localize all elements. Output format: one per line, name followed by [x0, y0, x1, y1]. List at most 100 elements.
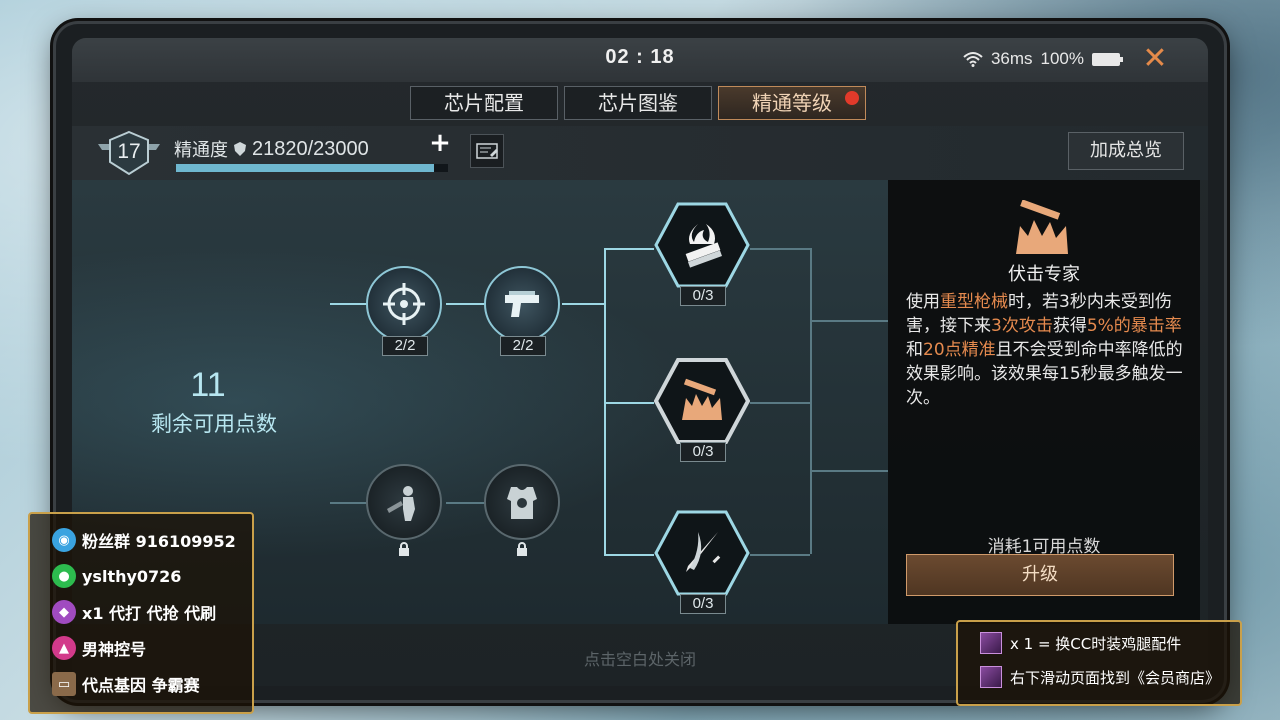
- level-number: 17: [117, 140, 141, 163]
- add-mastery-button[interactable]: +: [428, 130, 452, 156]
- overlay-row: 右下滑动页面找到《会员商店》: [980, 666, 1220, 688]
- card-icon: ▭: [52, 672, 76, 696]
- desc-highlight: 20点精准: [923, 340, 996, 360]
- card-icon: [476, 143, 498, 159]
- connector-line: [604, 402, 654, 404]
- node-count: 0/3: [680, 594, 726, 614]
- pistol-icon: [505, 291, 539, 317]
- connector-line: [604, 248, 606, 554]
- ping-text: 36ms: [990, 49, 1033, 68]
- desc-highlight: 重型枪械: [940, 292, 1008, 312]
- blades-icon: [686, 532, 721, 572]
- tab-label: 芯片图鉴: [598, 91, 678, 115]
- tab-chip-codex[interactable]: 芯片图鉴: [564, 86, 712, 120]
- fire-ammo-icon: [685, 224, 723, 268]
- stream-promo-panel: x 1 = 换CC时装鸡腿配件 右下滑动页面找到《会员商店》: [956, 620, 1242, 706]
- stream-info-panel: ◉ 粉丝群 916109952 ● yslthy0726 ◆ x1 代打 代抢 …: [28, 512, 254, 714]
- crosshair-icon: [383, 283, 425, 325]
- connector-line: [810, 248, 812, 554]
- overlay-text: x 1 = 换CC时装鸡腿配件: [1010, 634, 1182, 653]
- overlay-row: ◉ 粉丝群 916109952: [52, 528, 236, 552]
- connector-line: [810, 470, 888, 472]
- skill-node-crosshair[interactable]: [366, 266, 442, 342]
- overlay-row: ▭ 代点基因 争霸赛: [52, 672, 200, 696]
- overlay-row: ◆ x1 代打 代抢 代刷: [52, 600, 216, 624]
- mastery-progress-fill: [176, 164, 435, 172]
- gem-icon: [980, 632, 1002, 654]
- node-count: 2/2: [500, 336, 546, 356]
- desc-text: 和: [906, 340, 923, 360]
- mastery-bar: 17 精通度 21820/23000 + 加成总览: [72, 126, 1208, 180]
- shield-icon: [234, 142, 246, 156]
- overlay-row: ● yslthy0726: [52, 564, 181, 588]
- connector-line: [604, 248, 654, 250]
- tab-chip-config[interactable]: 芯片配置: [410, 86, 558, 120]
- desc-text: 使用: [906, 292, 940, 312]
- skill-node-fire-ammo[interactable]: [654, 202, 750, 288]
- skill-node-blades[interactable]: [654, 510, 750, 596]
- connector-line: [330, 502, 370, 504]
- connector-line: [604, 554, 654, 556]
- node-count: 0/3: [680, 286, 726, 306]
- skill-node-armor-vest[interactable]: [484, 464, 560, 540]
- card-button[interactable]: [470, 134, 504, 168]
- desc-highlight: 3次攻击: [991, 316, 1053, 336]
- overlay-text: x1 代打 代抢 代刷: [82, 604, 217, 623]
- connector-line: [750, 402, 810, 404]
- desc-text: 获得: [1052, 316, 1087, 336]
- close-button[interactable]: ✕: [1142, 44, 1168, 74]
- tab-label: 芯片配置: [444, 91, 524, 115]
- skill-title: 伏击专家: [1008, 264, 1080, 285]
- mastery-value: 21820/23000: [252, 137, 369, 160]
- qq-icon: ◉: [52, 528, 76, 552]
- overlay-text: 右下滑动页面找到《会员商店》: [1010, 668, 1221, 687]
- skill-description: 使用重型枪械时，若3秒内未受到伤害，接下来3次攻击获得5%的暴击率和20点精准且…: [906, 290, 1184, 410]
- connector-line: [810, 320, 888, 322]
- connector-line: [446, 303, 486, 305]
- lock-icon: [517, 542, 527, 556]
- mastery-label: 精通度: [174, 140, 228, 161]
- overlay-text: yslthy0726: [82, 566, 182, 586]
- node-count: 2/2: [382, 336, 428, 356]
- network-status: 36ms 100%: [963, 49, 1123, 69]
- gem-icon: ◆: [52, 600, 76, 624]
- mastery-progress-track: [176, 164, 448, 172]
- connector-line: [750, 554, 810, 556]
- remaining-points-number: 11: [190, 366, 226, 404]
- node-count: 0/3: [680, 442, 726, 462]
- skill-node-ambush[interactable]: [654, 358, 750, 444]
- bonus-overview-button[interactable]: 加成总览: [1068, 132, 1184, 170]
- wifi-icon: [963, 52, 983, 67]
- overlay-text: 代点基因 争霸赛: [82, 676, 200, 695]
- connector-line: [562, 303, 604, 305]
- armor-vest-icon: [507, 487, 537, 519]
- ambush-icon: [682, 378, 722, 420]
- connector-line: [446, 502, 486, 504]
- mastery-label-row: 精通度 21820/23000: [174, 136, 369, 162]
- level-badge: 17: [96, 130, 162, 176]
- notification-dot: [845, 91, 859, 105]
- status-bar: 02 : 18 36ms 100% ✕: [72, 38, 1208, 82]
- overlay-text: 粉丝群 916109952: [82, 532, 236, 551]
- connector-line: [750, 248, 810, 250]
- battery-text: 100%: [1040, 49, 1084, 68]
- connector-line: [330, 303, 370, 305]
- overlay-row: ▲ 男神控号: [52, 636, 146, 660]
- skill-node-target-dummy[interactable]: [366, 464, 442, 540]
- battery-icon: [1092, 52, 1123, 66]
- upgrade-button[interactable]: 升级: [906, 554, 1174, 596]
- skill-detail-panel: 伏击专家 使用重型枪械时，若3秒内未受到伤害，接下来3次攻击获得5%的暴击率和2…: [888, 180, 1200, 624]
- gem-icon: [980, 666, 1002, 688]
- tab-mastery-level[interactable]: 精通等级: [718, 86, 866, 120]
- target-dummy-icon: [387, 486, 415, 521]
- overlay-row: x 1 = 换CC时装鸡腿配件: [980, 632, 1181, 654]
- ambush-icon: [1016, 200, 1068, 254]
- overlay-text: 男神控号: [82, 640, 147, 659]
- rocket-icon: ▲: [52, 636, 76, 660]
- remaining-points-label: 剩余可用点数: [151, 412, 277, 436]
- tab-label: 精通等级: [752, 91, 832, 115]
- skill-node-pistol[interactable]: [484, 266, 560, 342]
- lock-icon: [399, 542, 409, 556]
- wechat-icon: ●: [52, 564, 76, 588]
- desc-highlight: 5%的暴击率: [1086, 316, 1182, 336]
